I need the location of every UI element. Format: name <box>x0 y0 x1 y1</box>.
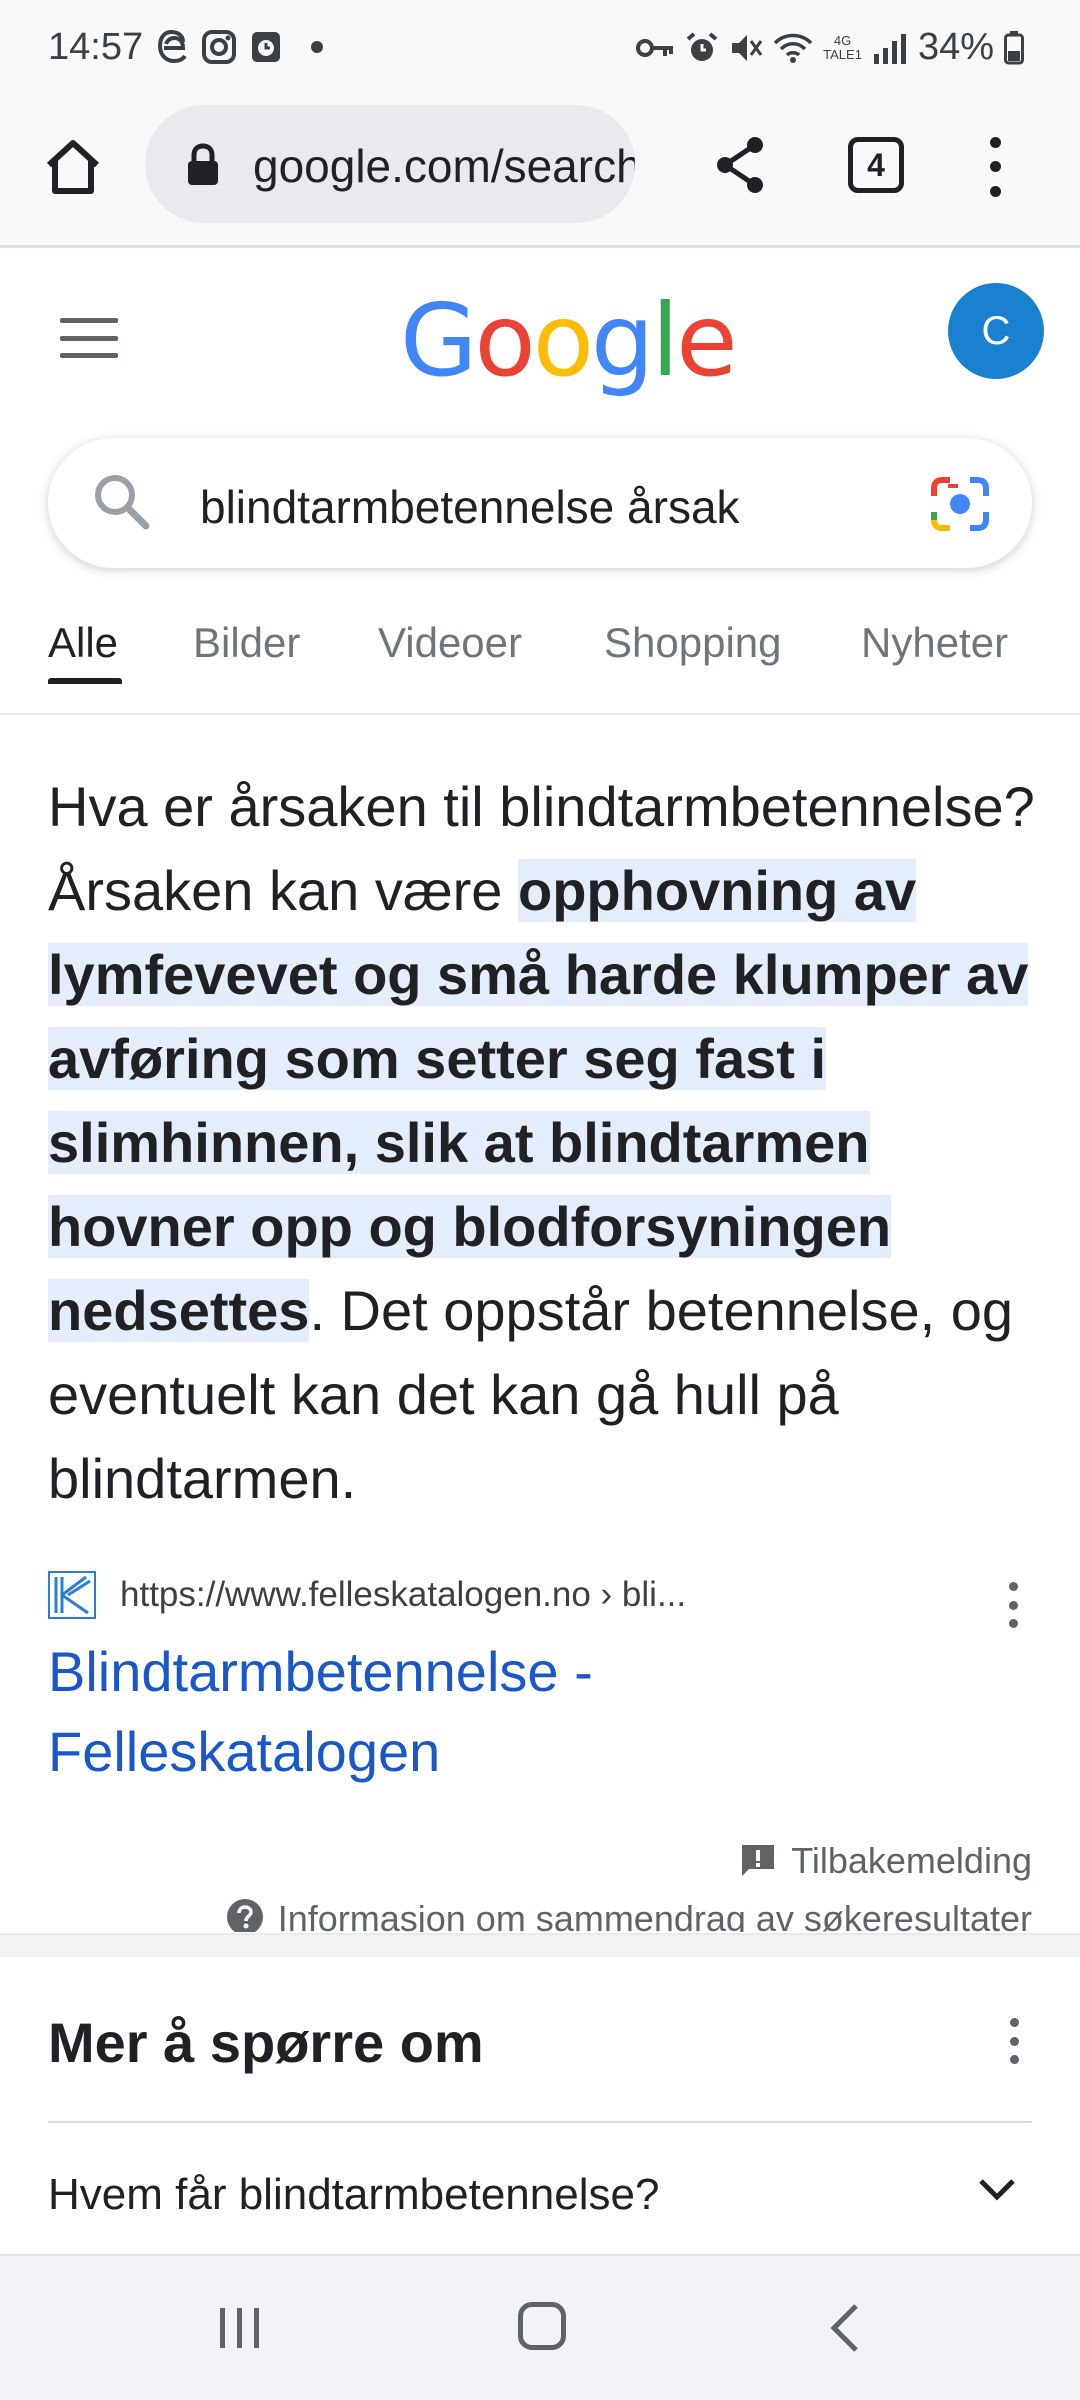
browser-menu-button[interactable] <box>975 130 1015 204</box>
logo-letter: G <box>400 282 477 399</box>
lock-icon <box>188 143 218 185</box>
instagram-icon <box>202 30 236 64</box>
tab-bilder[interactable]: Bilder <box>193 619 300 667</box>
share-icon <box>717 137 763 193</box>
tab-alle[interactable]: Alle <box>48 619 118 667</box>
feedback-label: Tilbakemelding <box>791 1840 1032 1881</box>
search-input[interactable]: blindtarmbetennelse årsak <box>200 480 740 534</box>
result-title-link[interactable]: Blindtarmbetennelse - Felleskatalogen <box>48 1632 848 1792</box>
logo-letter: l <box>651 282 679 399</box>
system-navigation-bar <box>0 2254 1080 2400</box>
divider <box>48 2121 1032 2123</box>
feedback-icon <box>742 1845 775 1876</box>
source-url: https://www.felleskatalogen.no › bli... <box>120 1575 687 1614</box>
back-icon[interactable] <box>826 2302 862 2354</box>
4g-signal-icon: 4G TALE1 <box>823 32 862 62</box>
address-bar[interactable]: google.com/search <box>145 105 635 223</box>
search-tabs: Alle Bilder Videoer Shopping Nyheter <box>0 595 1080 715</box>
search-icon[interactable] <box>90 470 154 534</box>
result-more-options-icon[interactable] <box>1003 1582 1023 1628</box>
status-bar: 14:57 4G TALE1 34% <box>0 0 1080 100</box>
tab-nyheter[interactable]: Nyheter <box>861 619 1008 667</box>
home-button[interactable] <box>40 134 106 200</box>
tab-switcher-button[interactable]: 4 <box>848 137 904 193</box>
url-text: google.com/search <box>253 140 635 192</box>
info-label: Informasjon om sammendrag av søkeresulta… <box>277 1898 1032 1932</box>
tab-shopping[interactable]: Shopping <box>604 619 782 667</box>
network-type-label: 4G <box>833 32 852 48</box>
logo-letter: o <box>474 282 536 399</box>
menu-dot <box>989 136 1001 148</box>
home-icon <box>46 140 100 194</box>
snippet-highlight: opphovning av lymfevevet og små harde kl… <box>48 859 1029 1342</box>
signal-icon <box>873 33 906 64</box>
mute-icon <box>732 34 763 61</box>
battery-percent: 34% <box>917 26 994 68</box>
featured-snippet: Hva er årsaken til blindtarmbetennelse? … <box>48 765 1038 1521</box>
search-box[interactable]: blindtarmbetennelse årsak <box>48 438 1032 568</box>
logo-letter: o <box>532 282 594 399</box>
home-nav-button[interactable] <box>518 2302 566 2350</box>
recent-apps-icon[interactable] <box>216 2304 264 2352</box>
help-icon <box>226 1899 263 1932</box>
hamburger-menu-icon[interactable] <box>60 318 118 358</box>
active-tab-indicator <box>48 678 122 684</box>
share-button[interactable] <box>705 130 775 200</box>
paa-more-options-icon[interactable] <box>1004 2018 1024 2064</box>
menu-dot <box>989 161 1001 173</box>
people-also-ask-title: Mer å spørre om <box>48 2011 484 2074</box>
account-avatar[interactable]: C <box>948 283 1044 379</box>
alarm-icon <box>686 31 718 61</box>
edge-icon <box>158 30 187 64</box>
network-carrier-label: TALE1 <box>823 46 862 62</box>
felleskatalogen-favicon <box>48 1571 96 1619</box>
dot-icon <box>311 41 323 53</box>
battery-icon <box>1004 30 1024 64</box>
menu-dot <box>989 186 1001 198</box>
clock-app-icon <box>252 32 280 62</box>
feedback-link[interactable]: Tilbakemelding <box>739 1840 1032 1882</box>
snippet-info-link[interactable]: Informasjon om sammendrag av søkeresulta… <box>226 1898 1032 1932</box>
result-source[interactable]: https://www.felleskatalogen.no › bli... <box>48 1570 1038 1620</box>
browser-toolbar: google.com/search 4 <box>0 100 1080 248</box>
tab-videoer[interactable]: Videoer <box>378 619 522 667</box>
paa-question[interactable]: Hvem får blindtarmbetennelse? <box>48 2170 659 2220</box>
google-lens-icon[interactable] <box>928 474 992 534</box>
logo-letter: g <box>590 282 655 399</box>
google-logo[interactable]: Google <box>400 282 738 399</box>
status-time: 14:57 <box>48 26 144 68</box>
key-icon <box>636 38 674 57</box>
wifi-icon <box>773 33 813 63</box>
section-divider <box>0 1933 1080 1957</box>
chevron-down-icon[interactable] <box>975 2175 1019 2205</box>
logo-letter: e <box>676 282 738 399</box>
